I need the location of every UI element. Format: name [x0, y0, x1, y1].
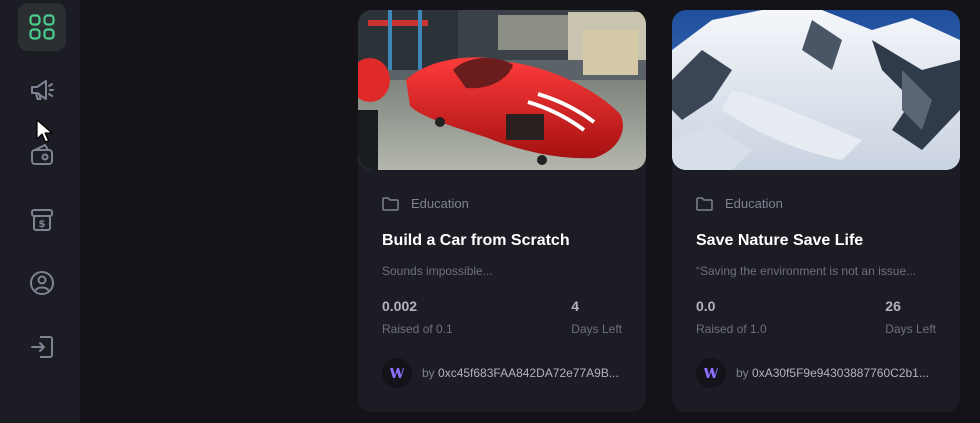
campaign-image: [358, 10, 646, 170]
campaign-card[interactable]: Education Build a Car from Scratch Sound…: [358, 10, 646, 412]
campaign-description: Sounds impossible...: [382, 264, 493, 278]
campaign-title: Save Nature Save Life: [696, 232, 864, 249]
owner-row: by 0xc45f683FAA842DA72e77A9B...: [382, 358, 632, 388]
owner-row: by 0xA30f5F9e94303887760C2b1...: [696, 358, 946, 388]
thirdweb-logo-icon: [704, 368, 718, 378]
logout-icon: [31, 336, 53, 358]
raised-stat: 0.0 Raised of 1.0: [696, 298, 767, 336]
campaign-image: [672, 10, 960, 170]
dashboard-icon: [29, 14, 55, 40]
owner-address: by 0xc45f683FAA842DA72e77A9B...: [422, 366, 619, 380]
days-left-label: Days Left: [571, 322, 622, 336]
raised-amount: 0.002: [382, 298, 418, 314]
svg-text:$: $: [39, 219, 46, 230]
days-left-value: 4: [571, 298, 580, 314]
sidebar: $: [0, 0, 80, 423]
raised-amount: 0.0: [696, 298, 716, 314]
payment-icon: $: [31, 209, 53, 231]
campaign-description: “Saving the environment is not an issue.…: [696, 264, 917, 278]
raised-label: Raised of 0.1: [382, 322, 453, 336]
raised-label: Raised of 1.0: [696, 322, 767, 336]
wallet-icon: [31, 144, 53, 165]
avatar: [382, 358, 412, 388]
megaphone-icon: [31, 80, 54, 100]
folder-icon: [382, 196, 399, 211]
profile-button[interactable]: [18, 259, 66, 307]
avatar: [696, 358, 726, 388]
days-stat: 4 Days Left: [571, 298, 622, 336]
days-left-value: 26: [885, 298, 901, 314]
mouse-cursor-icon: [36, 119, 53, 143]
campaign-title: Build a Car from Scratch: [382, 232, 570, 249]
category-label: Education: [725, 196, 783, 211]
payment-button[interactable]: $: [18, 196, 66, 244]
profile-icon: [30, 271, 54, 295]
folder-icon: [696, 196, 713, 211]
category-label: Education: [411, 196, 469, 211]
logout-button[interactable]: [18, 323, 66, 371]
campaign-button[interactable]: [18, 66, 66, 114]
days-left-label: Days Left: [885, 322, 936, 336]
dashboard-button[interactable]: [18, 3, 66, 51]
thirdweb-logo-icon: [390, 368, 404, 378]
campaign-card[interactable]: Education Save Nature Save Life “Saving …: [672, 10, 960, 412]
raised-stat: 0.002 Raised of 0.1: [382, 298, 453, 336]
owner-address: by 0xA30f5F9e94303887760C2b1...: [736, 366, 929, 380]
days-stat: 26 Days Left: [885, 298, 936, 336]
